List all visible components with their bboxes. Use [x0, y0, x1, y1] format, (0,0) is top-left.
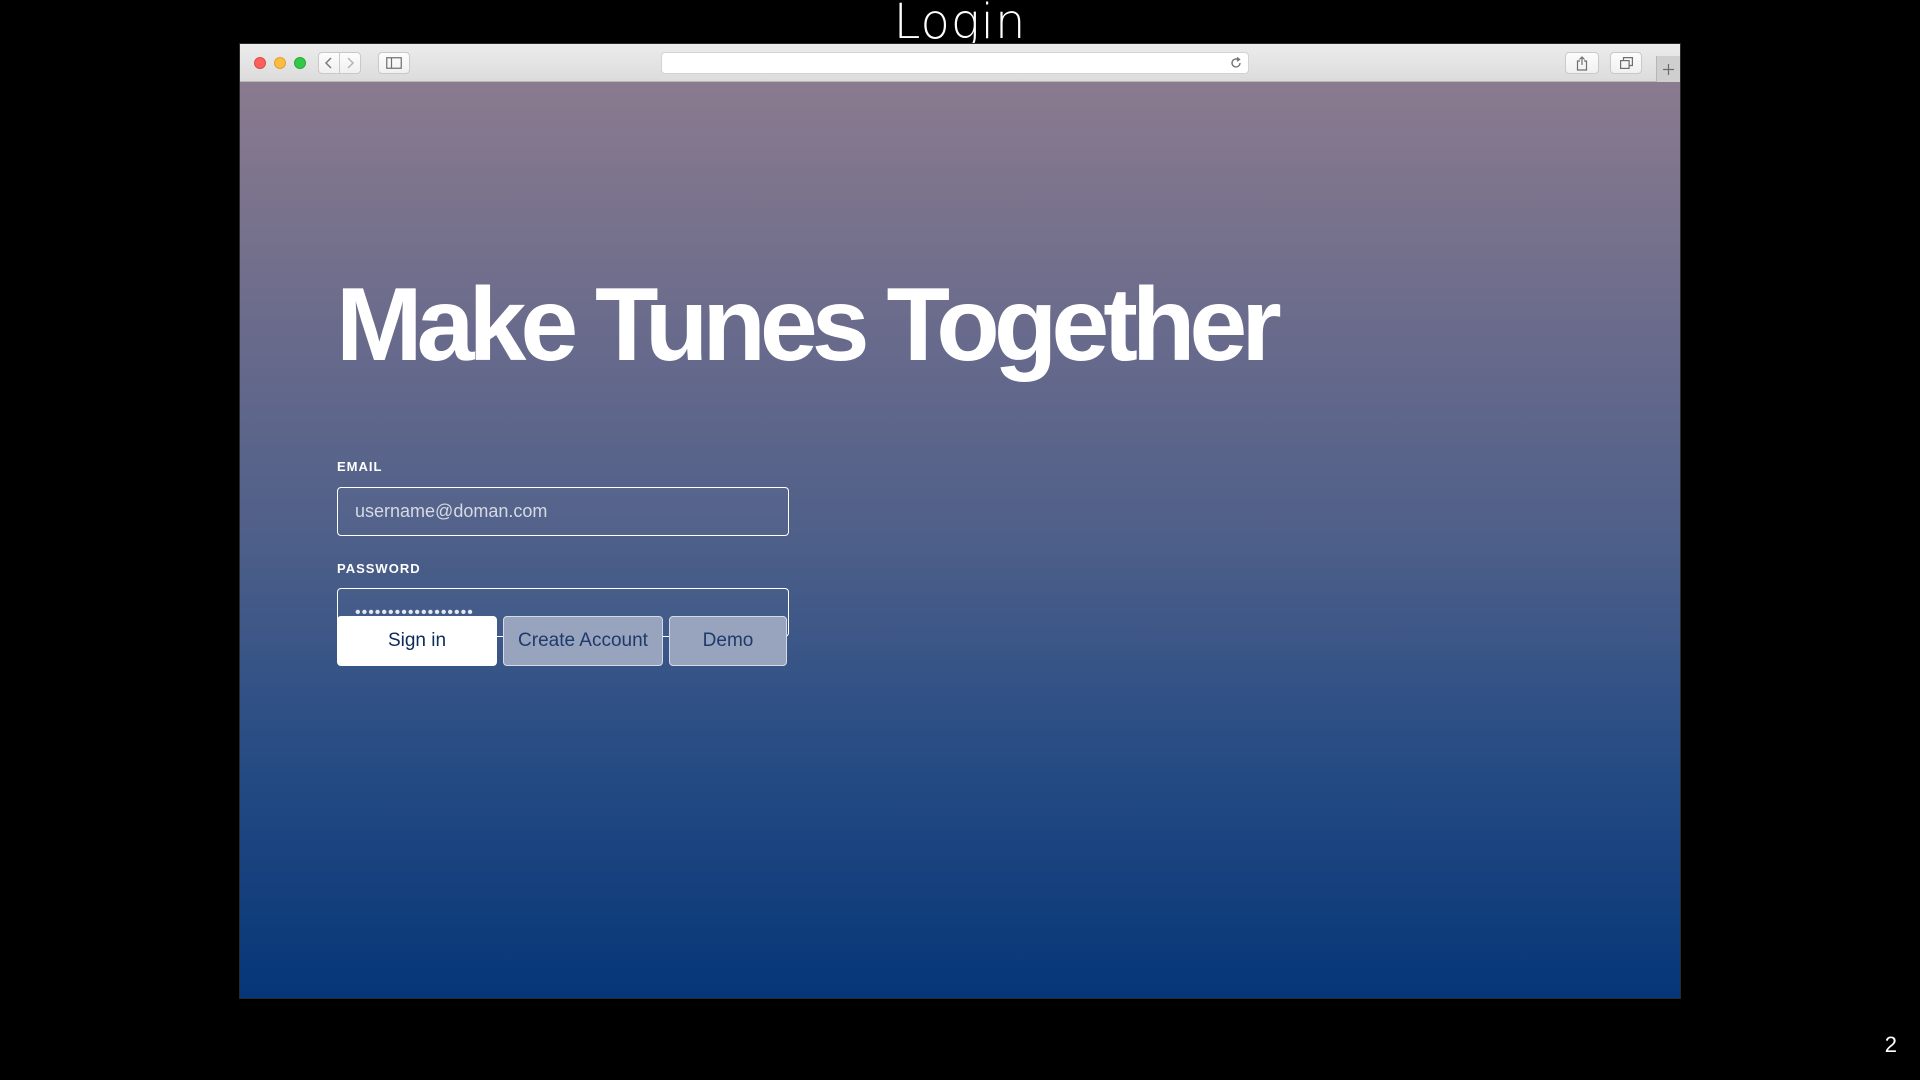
- sidebar-button[interactable]: [378, 52, 410, 74]
- sign-in-button[interactable]: Sign in: [337, 616, 497, 666]
- minimize-window-button[interactable]: [274, 57, 286, 69]
- forward-button[interactable]: [339, 52, 361, 74]
- page-viewport: Make Tunes Together EMAIL PASSWORD Sign …: [240, 82, 1680, 998]
- close-window-button[interactable]: [254, 57, 266, 69]
- forward-icon: [347, 57, 355, 69]
- back-button[interactable]: [318, 52, 340, 74]
- email-input[interactable]: [337, 487, 789, 536]
- password-label: PASSWORD: [337, 561, 421, 576]
- slide-page-number: 2: [1884, 1032, 1897, 1057]
- address-bar[interactable]: [661, 52, 1249, 74]
- demo-button[interactable]: Demo: [669, 616, 787, 666]
- tabs-icon: [1619, 57, 1633, 69]
- slide-title: Login: [893, 0, 1027, 50]
- browser-window: Make Tunes Together EMAIL PASSWORD Sign …: [240, 44, 1680, 998]
- new-tab-button[interactable]: [1656, 56, 1680, 82]
- create-account-button[interactable]: Create Account: [503, 616, 663, 666]
- slide: Login Make Tunes Together EMAIL username…: [0, 0, 1920, 1080]
- sidebar-icon: [386, 57, 402, 69]
- maximize-window-button[interactable]: [294, 57, 306, 69]
- share-button[interactable]: [1565, 52, 1599, 74]
- show-tabs-button[interactable]: [1610, 52, 1642, 74]
- reload-icon[interactable]: [1229, 56, 1243, 70]
- hero-heading: Make Tunes Together: [336, 267, 1282, 383]
- browser-toolbar: [240, 44, 1680, 82]
- email-label: EMAIL: [337, 459, 383, 474]
- plus-icon: [1663, 63, 1674, 75]
- back-icon: [324, 57, 332, 69]
- share-icon: [1576, 55, 1588, 71]
